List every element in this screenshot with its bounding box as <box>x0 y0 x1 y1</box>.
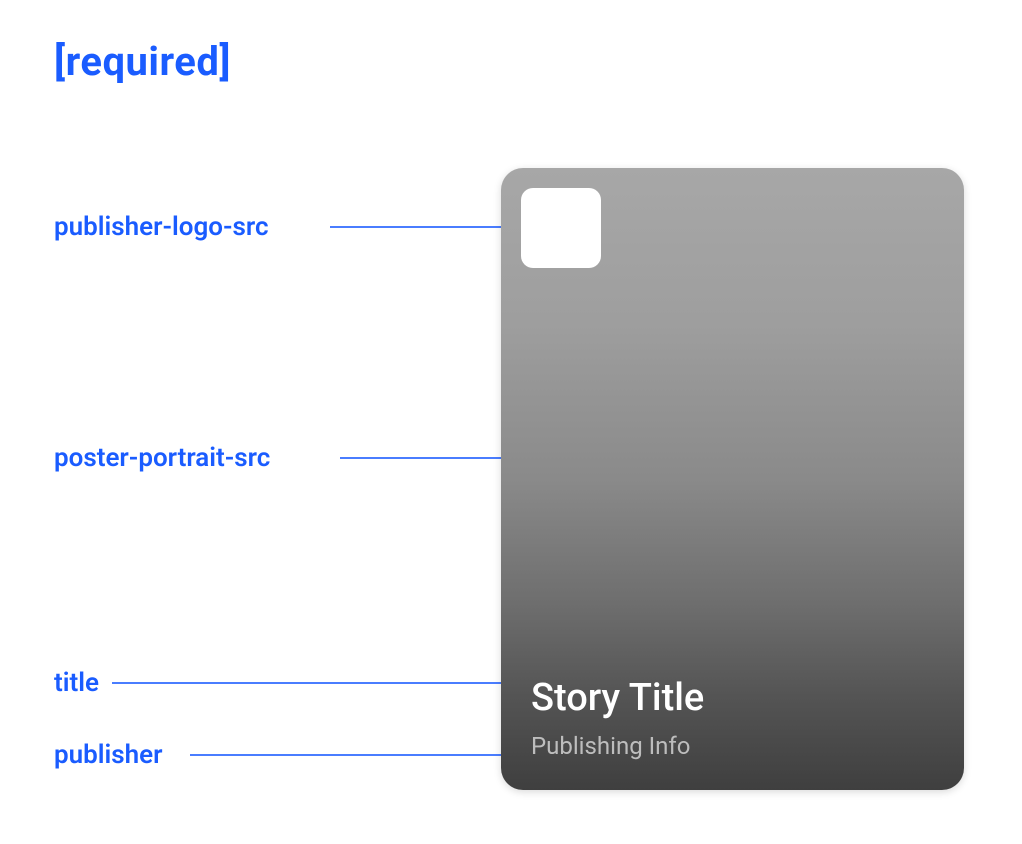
label-poster-portrait-src: poster-portrait-src <box>54 443 270 473</box>
publisher-logo-placeholder <box>521 188 601 268</box>
label-title: title <box>54 668 99 698</box>
label-publisher: publisher <box>54 740 163 770</box>
heading-required: [required] <box>54 38 231 85</box>
story-publisher-info: Publishing Info <box>531 732 690 760</box>
story-card: Story Title Publishing Info <box>501 168 964 790</box>
story-title: Story Title <box>531 676 704 720</box>
label-publisher-logo-src: publisher-logo-src <box>54 212 269 242</box>
